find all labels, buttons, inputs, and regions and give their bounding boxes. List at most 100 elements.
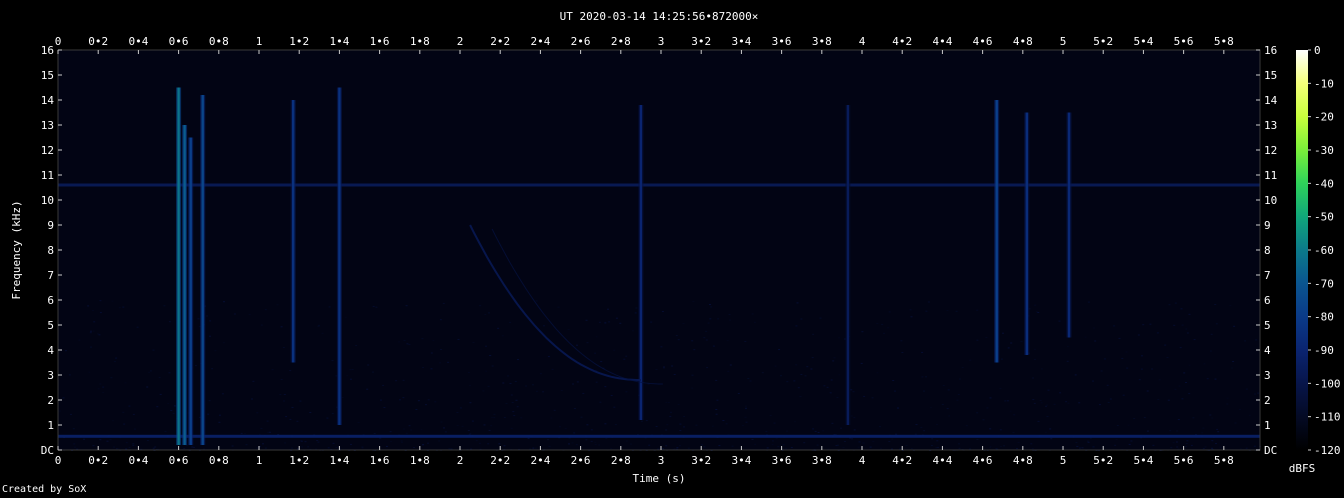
noise-speck: [683, 415, 686, 417]
spectrogram-chart: UT 2020-03-14 14:25:56•872000× 0 0 0•2 0•2 0…: [10, 10, 1341, 485]
x-tick-label-bottom: 5•4: [1133, 454, 1153, 467]
noise-speck: [804, 375, 807, 377]
noise-speck: [207, 413, 210, 415]
noise-speck: [613, 349, 616, 351]
noise-speck: [910, 316, 913, 318]
noise-speck: [905, 445, 908, 446]
noise-speck: [420, 429, 423, 431]
plot-background: [58, 50, 1260, 450]
noise-speck: [610, 395, 613, 396]
noise-speck: [485, 370, 488, 372]
noise-speck: [769, 415, 772, 416]
noise-speck: [1202, 447, 1205, 449]
noise-speck: [1185, 382, 1187, 383]
noise-speck: [679, 430, 682, 431]
noise-speck: [829, 392, 832, 394]
x-tick-label-top: 5: [1060, 35, 1067, 48]
x-tick-label-top: 2•4: [530, 35, 550, 48]
noise-speck: [958, 447, 961, 449]
noise-speck: [478, 442, 481, 444]
noise-speck: [1122, 394, 1125, 396]
colorbar: 0 -10 -20 -30 -40 -50 -60 -70 -80 -90 -100 -110 -120: [1296, 44, 1341, 457]
noise-speck: [503, 417, 506, 418]
noise-speck: [1166, 357, 1169, 358]
noise-speck: [747, 378, 750, 380]
noise-speck: [709, 304, 711, 305]
noise-speck: [408, 344, 411, 346]
noise-speck: [691, 387, 694, 389]
noise-speck: [927, 301, 930, 303]
noise-speck: [863, 395, 866, 397]
noise-speck: [1190, 444, 1193, 446]
noise-speck: [503, 445, 506, 447]
noise-speck: [76, 448, 79, 450]
noise-speck: [1012, 432, 1015, 434]
y-tick-label-right: 2: [1264, 394, 1271, 407]
noise-speck: [744, 405, 747, 407]
noise-speck: [450, 448, 453, 450]
noise-speck: [357, 422, 360, 424]
noise-speck: [876, 322, 879, 324]
noise-speck: [1174, 388, 1177, 390]
burst-11: [1025, 112, 1028, 355]
noise-speck: [1255, 339, 1258, 341]
noise-speck: [663, 366, 665, 368]
noise-speck: [1065, 401, 1068, 403]
noise-speck: [823, 385, 826, 387]
noise-speck: [586, 424, 589, 426]
noise-speck: [682, 323, 685, 325]
noise-speck: [594, 352, 597, 354]
noise-speck: [516, 406, 519, 408]
noise-speck: [99, 300, 102, 302]
noise-speck: [754, 443, 757, 445]
noise-speck: [749, 380, 752, 382]
noise-speck: [535, 300, 538, 302]
noise-speck: [1233, 325, 1236, 327]
noise-speck: [88, 371, 91, 373]
noise-speck: [888, 311, 891, 313]
noise-speck: [1211, 447, 1213, 449]
noise-speck: [430, 352, 433, 354]
noise-speck: [83, 438, 85, 440]
noise-speck: [660, 346, 663, 348]
noise-speck: [842, 447, 845, 449]
y-tick-label-right: 7: [1264, 269, 1271, 282]
noise-speck: [291, 447, 294, 449]
noise-speck: [112, 420, 114, 422]
noise-speck: [1192, 417, 1195, 419]
noise-speck: [488, 312, 490, 314]
noise-speck: [706, 367, 709, 369]
noise-speck: [1002, 332, 1004, 334]
noise-speck: [605, 437, 608, 439]
noise-speck: [233, 313, 236, 315]
noise-speck: [728, 314, 731, 315]
noise-speck: [1214, 378, 1217, 380]
noise-speck: [625, 355, 628, 357]
noise-speck: [715, 409, 718, 410]
noise-speck: [68, 374, 71, 376]
x-tick-label-bottom: 3•6: [772, 454, 792, 467]
noise-speck: [422, 444, 425, 446]
noise-speck: [456, 412, 459, 413]
noise-speck: [380, 399, 382, 401]
noise-speck: [456, 425, 459, 427]
noise-speck: [421, 338, 424, 340]
x-tick-label-top: 3•8: [812, 35, 832, 48]
noise-speck: [1100, 370, 1103, 372]
noise-speck: [92, 445, 95, 447]
noise-speck: [168, 321, 171, 323]
x-tick-label-bottom: 2•8: [611, 454, 631, 467]
noise-speck: [148, 371, 151, 373]
noise-speck: [1203, 363, 1206, 365]
noise-speck: [921, 376, 924, 378]
x-tick-label-bottom: 4: [859, 454, 866, 467]
noise-speck: [661, 311, 664, 312]
x-tick-label-top: 0•2: [88, 35, 108, 48]
noise-speck: [810, 368, 813, 370]
noise-speck: [289, 370, 292, 372]
noise-speck: [1034, 304, 1037, 306]
y-tick-label-left: 6: [47, 294, 54, 307]
noise-speck: [550, 417, 553, 419]
noise-speck: [625, 440, 628, 442]
noise-speck: [880, 447, 882, 449]
